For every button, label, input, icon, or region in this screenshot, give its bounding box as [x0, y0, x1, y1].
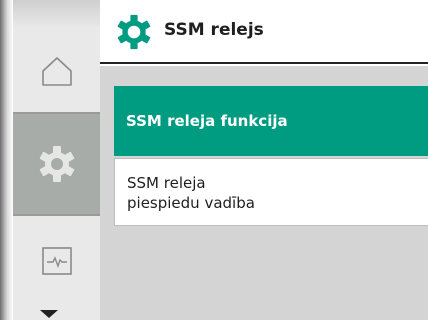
sidebar-item-diagnostics[interactable]	[13, 216, 100, 306]
sidebar-item-settings[interactable]	[13, 114, 100, 214]
gear-icon	[37, 144, 77, 184]
page-title: SSM relejs	[164, 20, 264, 40]
gear-icon	[116, 14, 152, 54]
sidebar-top-shade	[13, 0, 100, 28]
home-icon	[40, 55, 74, 87]
monitor-icon	[41, 246, 73, 276]
menu-item-label: SSM releja funkcija	[126, 112, 288, 130]
side-navigation	[0, 0, 100, 320]
menu-content: SSM releja funkcija SSM releja piespiedu…	[100, 66, 428, 320]
menu-item-label-line2: piespiedu vadība	[127, 194, 255, 212]
menu-item-label: SSM releja	[127, 174, 206, 192]
sidebar-item-home[interactable]	[13, 30, 100, 112]
menu-item-ssm-forced-control[interactable]: SSM releja piespiedu vadība	[114, 158, 428, 226]
screen-header: SSM relejs	[100, 0, 428, 64]
chevron-down-icon[interactable]	[40, 310, 58, 318]
sidebar-bezel	[0, 0, 13, 320]
menu-item-ssm-function[interactable]: SSM releja funkcija	[114, 86, 428, 156]
